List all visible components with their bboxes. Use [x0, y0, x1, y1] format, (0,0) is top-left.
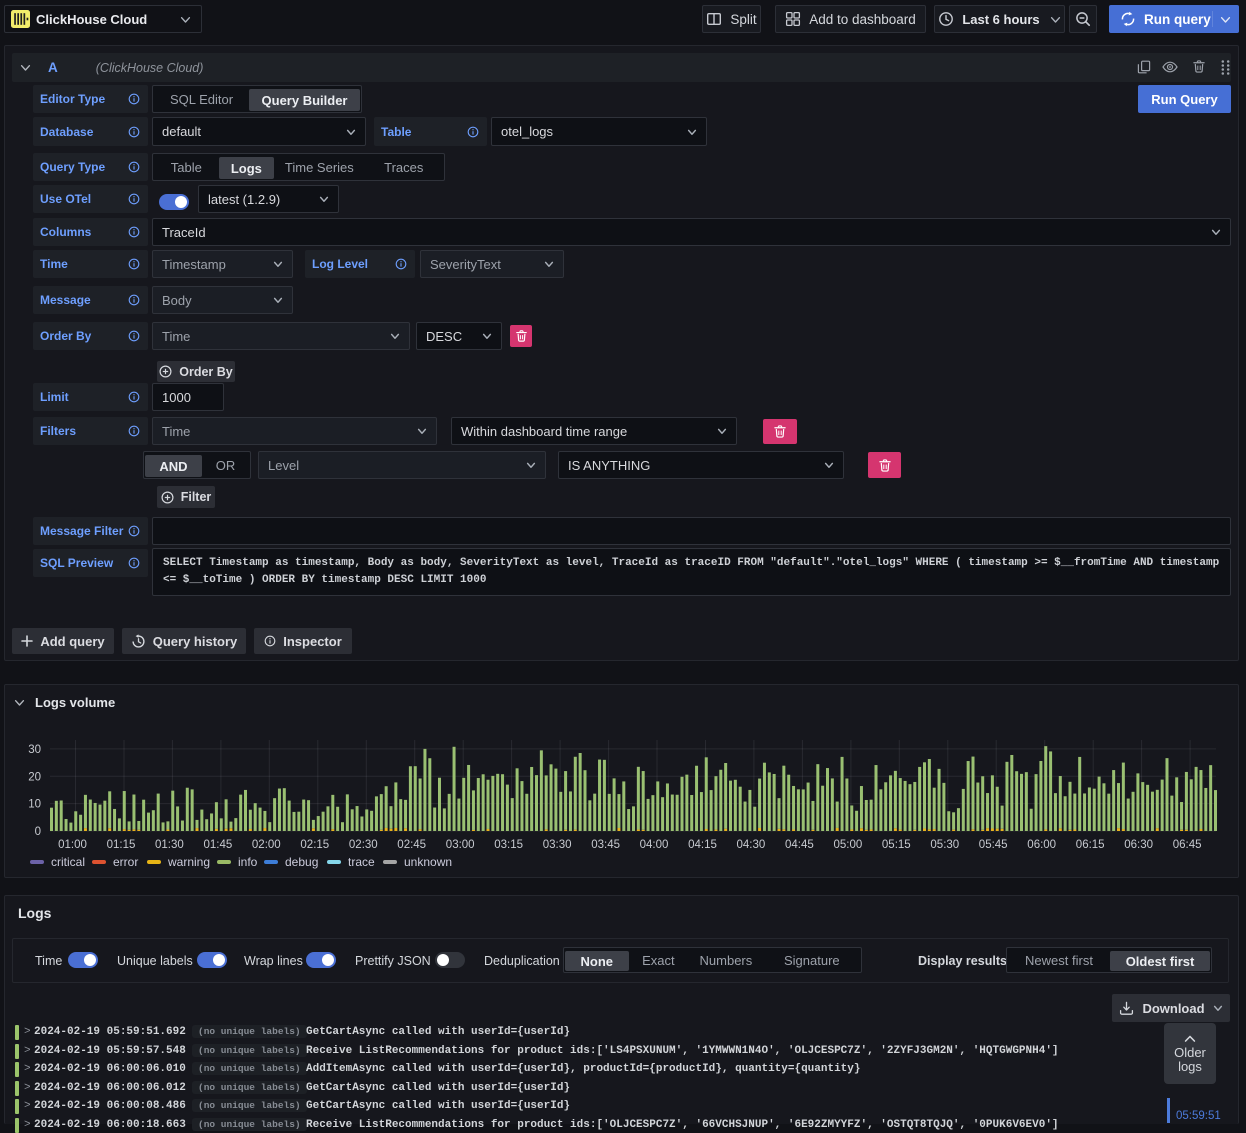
- svg-text:03:45: 03:45: [591, 839, 620, 851]
- svg-text:06:00: 06:00: [1027, 839, 1056, 851]
- svg-text:05:15: 05:15: [882, 839, 911, 851]
- svg-text:06:30: 06:30: [1124, 839, 1153, 851]
- svg-text:04:15: 04:15: [688, 839, 717, 851]
- svg-text:02:15: 02:15: [300, 839, 329, 851]
- svg-text:10: 10: [28, 799, 41, 811]
- svg-text:0: 0: [35, 826, 41, 838]
- svg-text:02:30: 02:30: [349, 839, 378, 851]
- svg-text:05:45: 05:45: [979, 839, 1008, 851]
- svg-text:02:45: 02:45: [397, 839, 426, 851]
- svg-text:01:00: 01:00: [58, 839, 87, 851]
- svg-text:06:15: 06:15: [1076, 839, 1105, 851]
- svg-text:03:15: 03:15: [494, 839, 523, 851]
- svg-text:04:00: 04:00: [640, 839, 669, 851]
- svg-text:03:30: 03:30: [543, 839, 572, 851]
- svg-text:05:30: 05:30: [930, 839, 959, 851]
- svg-text:02:00: 02:00: [252, 839, 281, 851]
- svg-text:04:30: 04:30: [737, 839, 766, 851]
- svg-text:30: 30: [28, 744, 41, 756]
- svg-text:20: 20: [28, 771, 41, 783]
- svg-text:05:00: 05:00: [834, 839, 863, 851]
- svg-text:03:00: 03:00: [446, 839, 475, 851]
- svg-text:01:30: 01:30: [155, 839, 184, 851]
- svg-text:04:45: 04:45: [785, 839, 814, 851]
- svg-text:01:15: 01:15: [107, 839, 136, 851]
- svg-text:06:45: 06:45: [1173, 839, 1202, 851]
- svg-text:01:45: 01:45: [204, 839, 233, 851]
